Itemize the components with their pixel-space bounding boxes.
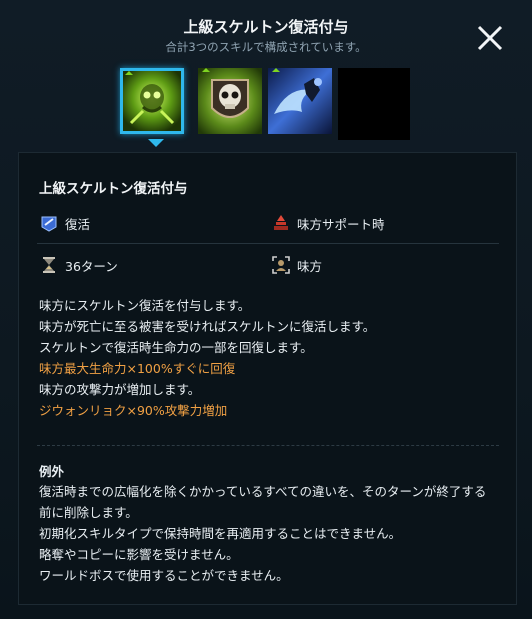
description-line: 味方にスケルトン復活を付与します。 xyxy=(39,298,251,313)
exception-line: 初期化スキルタイプで保持時間を再適用することはできません。 xyxy=(39,526,402,541)
skill-target: 味方 xyxy=(271,255,322,275)
skull-shield-skill-icon xyxy=(198,68,262,134)
attribute-divider xyxy=(37,243,499,244)
dialog-subtitle: 合計3つのスキルで構成されています。 xyxy=(165,40,367,54)
skill-duration: 36ターン xyxy=(39,255,118,275)
skill-trigger-label: 味方サポート時 xyxy=(297,216,385,232)
exceptions-title: 例外 xyxy=(39,464,65,479)
skill-detail-panel: 上級スケルトン復活付与 復活 味方サポート時 36ターン 味方 味方にスケルトン… xyxy=(18,152,517,605)
skill-duration-label: 36ターン xyxy=(65,258,118,274)
skill-target-label: 味方 xyxy=(297,258,323,274)
skill-type-label: 復活 xyxy=(65,216,91,232)
description-line-highlight: 味方最大生命力×100%すぐに回復 xyxy=(39,361,236,376)
skill-detail-dialog: 上級スケルトン復活付与 合計3つのスキルで構成されています。 上級スケルトン復活… xyxy=(0,0,532,619)
skill-trigger: 味方サポート時 xyxy=(271,213,385,233)
exception-line: ワールドボスで使用することができません。 xyxy=(39,568,289,583)
exceptions-list: 復活時までの広幅化を除くかかっているすべての違いを、そのターンが終了する 前に削… xyxy=(39,481,504,586)
description-line: 味方の攻撃力が増加します。 xyxy=(39,382,201,397)
description-line: スケルトンで復活時生命力の一部を回復します。 xyxy=(39,340,313,355)
skill-slot-2[interactable] xyxy=(198,68,262,134)
skill-description: 味方にスケルトン復活を付与します。 味方が死亡に至る被害を受ければスケルトンに復… xyxy=(39,295,375,421)
close-icon[interactable] xyxy=(474,22,506,54)
revive-type-icon xyxy=(39,213,59,233)
section-divider xyxy=(37,445,499,446)
exception-line: 前に削除します。 xyxy=(39,505,138,520)
exception-line: 復活時までの広幅化を除くかかっているすべての違いを、そのターンが終了する xyxy=(39,484,487,499)
skill-slot-3[interactable] xyxy=(268,68,332,134)
skill-type: 復活 xyxy=(39,213,90,233)
ally-target-icon xyxy=(271,255,291,275)
exception-line: 略奪やコピーに影響を受けません。 xyxy=(39,547,239,562)
description-line: 味方が死亡に至る被害を受ければスケルトンに復活します。 xyxy=(39,319,376,334)
hourglass-icon xyxy=(39,255,59,275)
selected-slot-pointer xyxy=(148,139,164,147)
dialog-title: 上級スケルトン復活付与 xyxy=(183,18,349,36)
skill-slot-empty xyxy=(338,68,410,140)
description-line-highlight: ジウォンリョク×90%攻撃力増加 xyxy=(39,403,228,418)
ally-support-icon xyxy=(271,213,291,233)
green-skeleton-skill-icon xyxy=(123,71,181,131)
blue-wave-skill-icon xyxy=(268,68,332,134)
skill-name: 上級スケルトン復活付与 xyxy=(39,181,188,197)
skill-slot-1[interactable] xyxy=(120,68,184,134)
